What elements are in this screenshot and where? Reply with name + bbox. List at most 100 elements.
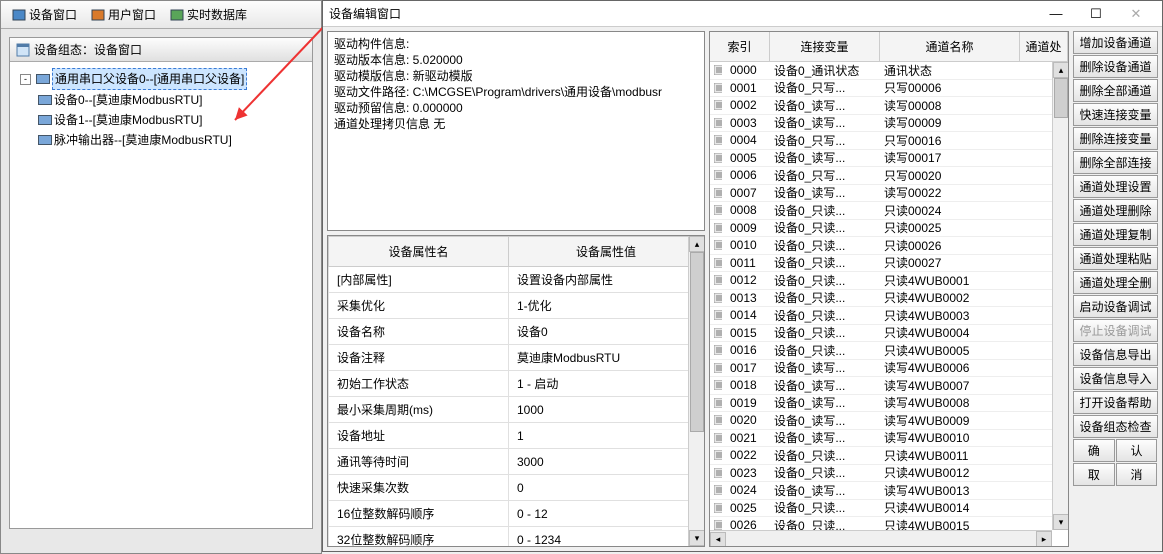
action-button[interactable]: 删除全部通道 — [1073, 79, 1158, 102]
prop-value[interactable]: 设置设备内部属性 — [509, 267, 704, 293]
dialog-titlebar[interactable]: 设备编辑窗口 — ☐ ✕ — [323, 1, 1162, 27]
action-button[interactable]: 通道处理全删 — [1073, 271, 1158, 294]
property-row[interactable]: 32位整数解码顺序0 - 1234 — [329, 527, 704, 548]
prop-value[interactable]: 3000 — [509, 449, 704, 475]
property-row[interactable]: 16位整数解码顺序0 - 12 — [329, 501, 704, 527]
channel-row[interactable]: 0009设备0_只读...只读00025 — [710, 220, 1052, 238]
col-variable[interactable]: 连接变量 — [770, 32, 880, 61]
channel-row[interactable]: 0001设备0_只写...只写00006 — [710, 80, 1052, 98]
property-row[interactable]: 设备地址1 — [329, 423, 704, 449]
prop-value[interactable]: 设备0 — [509, 319, 704, 345]
cell-index: 0009 — [726, 221, 770, 235]
prop-scrollbar[interactable]: ▴ ▾ — [688, 236, 704, 546]
col-channel[interactable]: 通道名称 — [880, 32, 1020, 61]
prop-value[interactable]: 0 — [509, 475, 704, 501]
channel-row[interactable]: 0015设备0_只读...只读4WUB0004 — [710, 325, 1052, 343]
tree-node[interactable]: 设备1--[莫迪康ModbusRTU] — [14, 110, 308, 130]
property-row[interactable]: 初始工作状态1 - 启动 — [329, 371, 704, 397]
channel-row[interactable]: 0022设备0_只读...只读4WUB0011 — [710, 447, 1052, 465]
channel-row[interactable]: 0007设备0_读写...读写00022 — [710, 185, 1052, 203]
channel-row[interactable]: 0004设备0_只写...只写00016 — [710, 132, 1052, 150]
grid-hscrollbar[interactable]: ◂ ▸ — [710, 530, 1052, 546]
channel-row[interactable]: 0008设备0_只读...只读00024 — [710, 202, 1052, 220]
action-button[interactable]: 通道处理复制 — [1073, 223, 1158, 246]
scroll-up-icon[interactable]: ▴ — [689, 236, 705, 252]
action-button[interactable]: 打开设备帮助 — [1073, 391, 1158, 414]
channel-row[interactable]: 0016设备0_只读...只读4WUB0005 — [710, 342, 1052, 360]
prop-header-value[interactable]: 设备属性值 — [509, 237, 704, 267]
minimize-button[interactable]: — — [1036, 2, 1076, 26]
prop-value[interactable]: 0 - 1234 — [509, 527, 704, 548]
col-process[interactable]: 通道处 — [1020, 32, 1068, 61]
cancel-button-2[interactable]: 消 — [1116, 463, 1158, 486]
property-row[interactable]: [内部属性]设置设备内部属性 — [329, 267, 704, 293]
channel-row[interactable]: 0019设备0_读写...读写4WUB0008 — [710, 395, 1052, 413]
scroll-thumb[interactable] — [690, 252, 704, 432]
channel-row[interactable]: 0020设备0_读写...读写4WUB0009 — [710, 412, 1052, 430]
channel-row[interactable]: 0013设备0_只读...只读4WUB0002 — [710, 290, 1052, 308]
action-button[interactable]: 启动设备调试 — [1073, 295, 1158, 318]
toolbar-btn-1[interactable]: 用户窗口 — [84, 3, 163, 26]
tree-node[interactable]: - 通用串口父设备0--[通用串口父设备] — [14, 68, 308, 90]
action-button[interactable]: 删除连接变量 — [1073, 127, 1158, 150]
toolbar-btn-0[interactable]: 设备窗口 — [5, 3, 84, 26]
close-button[interactable]: ✕ — [1116, 2, 1156, 26]
prop-value[interactable]: 0 - 12 — [509, 501, 704, 527]
action-button[interactable]: 快速连接变量 — [1073, 103, 1158, 126]
channel-row[interactable]: 0010设备0_只读...只读00026 — [710, 237, 1052, 255]
channel-row[interactable]: 0025设备0_只读...只读4WUB0014 — [710, 500, 1052, 518]
property-row[interactable]: 采集优化1-优化 — [329, 293, 704, 319]
action-button[interactable]: 增加设备通道 — [1073, 31, 1158, 54]
property-row[interactable]: 通讯等待时间3000 — [329, 449, 704, 475]
prop-header-name[interactable]: 设备属性名 — [329, 237, 509, 267]
tree-node[interactable]: 脉冲输出器--[莫迪康ModbusRTU] — [14, 130, 308, 150]
channel-row[interactable]: 0011设备0_只读...只读00027 — [710, 255, 1052, 273]
scroll-thumb[interactable] — [1054, 78, 1068, 118]
channel-row[interactable]: 0000设备0_通讯状态通讯状态 — [710, 62, 1052, 80]
scroll-down-icon[interactable]: ▾ — [1053, 514, 1068, 530]
channel-row[interactable]: 0018设备0_读写...读写4WUB0007 — [710, 377, 1052, 395]
action-button[interactable]: 通道处理设置 — [1073, 175, 1158, 198]
property-row[interactable]: 设备注释莫迪康ModbusRTU — [329, 345, 704, 371]
scroll-right-icon[interactable]: ▸ — [1036, 531, 1052, 546]
channel-row[interactable]: 0006设备0_只写...只写00020 — [710, 167, 1052, 185]
action-button[interactable]: 通道处理删除 — [1073, 199, 1158, 222]
action-button[interactable]: 通道处理粘贴 — [1073, 247, 1158, 270]
channel-row[interactable]: 0023设备0_只读...只读4WUB0012 — [710, 465, 1052, 483]
channel-row[interactable]: 0005设备0_读写...读写00017 — [710, 150, 1052, 168]
ok-button-2[interactable]: 认 — [1116, 439, 1158, 462]
channel-row[interactable]: 0002设备0_读写...读写00008 — [710, 97, 1052, 115]
toolbar-btn-2[interactable]: 实时数据库 — [163, 3, 254, 26]
channel-row[interactable]: 0014设备0_只读...只读4WUB0003 — [710, 307, 1052, 325]
ok-button[interactable]: 确 — [1073, 439, 1115, 462]
property-row[interactable]: 快速采集次数0 — [329, 475, 704, 501]
property-row[interactable]: 设备名称设备0 — [329, 319, 704, 345]
scroll-down-icon[interactable]: ▾ — [689, 530, 705, 546]
tree-expander[interactable]: - — [20, 74, 31, 85]
prop-value[interactable]: 1 - 启动 — [509, 371, 704, 397]
channel-row[interactable]: 0017设备0_读写...读写4WUB0006 — [710, 360, 1052, 378]
channel-row[interactable]: 0012设备0_只读...只读4WUB0001 — [710, 272, 1052, 290]
action-button[interactable]: 删除设备通道 — [1073, 55, 1158, 78]
channel-row[interactable]: 0026设备0_只读...只读4WUB0015 — [710, 517, 1052, 530]
prop-value[interactable]: 1000 — [509, 397, 704, 423]
scroll-up-icon[interactable]: ▴ — [1053, 62, 1068, 78]
prop-value[interactable]: 1 — [509, 423, 704, 449]
prop-value[interactable]: 1-优化 — [509, 293, 704, 319]
property-row[interactable]: 最小采集周期(ms)1000 — [329, 397, 704, 423]
col-index[interactable]: 索引 — [710, 32, 770, 61]
cancel-button[interactable]: 取 — [1073, 463, 1115, 486]
maximize-button[interactable]: ☐ — [1076, 2, 1116, 26]
prop-value[interactable]: 莫迪康ModbusRTU — [509, 345, 704, 371]
action-button[interactable]: 设备信息导出 — [1073, 343, 1158, 366]
action-button[interactable]: 删除全部连接 — [1073, 151, 1158, 174]
grid-vscrollbar[interactable]: ▴ ▾ — [1052, 62, 1068, 530]
channel-row[interactable]: 0024设备0_读写...读写4WUB0013 — [710, 482, 1052, 500]
row-icon — [710, 118, 726, 128]
tree-node[interactable]: 设备0--[莫迪康ModbusRTU] — [14, 90, 308, 110]
channel-row[interactable]: 0003设备0_读写...读写00009 — [710, 115, 1052, 133]
scroll-left-icon[interactable]: ◂ — [710, 532, 726, 547]
channel-row[interactable]: 0021设备0_读写...读写4WUB0010 — [710, 430, 1052, 448]
action-button[interactable]: 设备组态检查 — [1073, 415, 1158, 438]
action-button[interactable]: 设备信息导入 — [1073, 367, 1158, 390]
